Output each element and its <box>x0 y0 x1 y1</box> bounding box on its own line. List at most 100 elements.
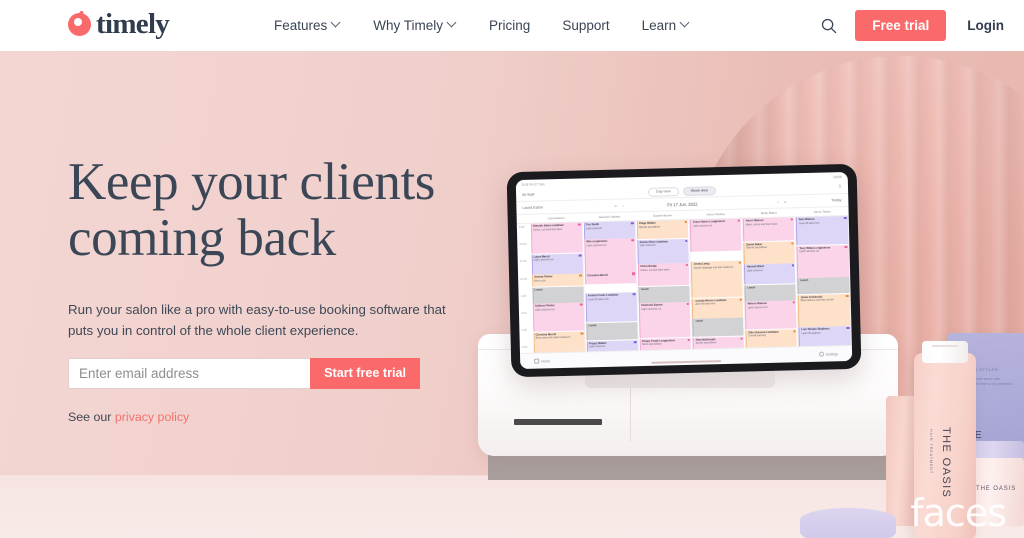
event-service: Laser lift wave trim <box>587 297 609 301</box>
calendar-event[interactable]: Lunch <box>744 283 797 302</box>
calendar-event[interactable]: Hannah Ward Light coloured <box>744 263 796 285</box>
nav-label: Learn <box>641 18 677 33</box>
calendar-event[interactable]: Lunch <box>797 276 850 295</box>
main-navigation: Features Why Timely Pricing Support Lear… <box>258 0 706 51</box>
calendar-event[interactable]: Christina Merrill <box>584 271 637 285</box>
event-title: Lunch <box>640 287 649 291</box>
event-service: Light coloured <box>588 345 605 349</box>
event-service: Mens cuts <box>534 278 546 283</box>
calendar-event[interactable]: Emma Allen-Letatham Light coloured <box>637 238 689 264</box>
calendar-event[interactable]: Jeremy Parker Mens cuts <box>531 273 584 287</box>
event-service: Light coloured cut <box>641 307 662 311</box>
nav-item-learn[interactable]: Learn <box>626 18 707 33</box>
calendar-event[interactable]: Grace Harris-Longbottom Light coloured cu… <box>689 218 742 252</box>
calendar-event[interactable]: Lunch <box>531 285 584 304</box>
calendar-column[interactable]: Eve Smith Light coloured Mia Longbottom Lig… <box>582 221 640 361</box>
start-free-trial-button[interactable]: Start free trial <box>310 357 420 389</box>
calendar-event[interactable]: Mia Longbottom Light coloured cut <box>583 238 636 273</box>
free-trial-button[interactable]: Free trial <box>855 9 947 42</box>
brand-logo[interactable]: timely <box>68 10 170 39</box>
home-label: Home <box>541 358 551 364</box>
day-view-button[interactable]: Day view <box>648 186 679 197</box>
nav-item-pricing[interactable]: Pricing <box>473 18 546 33</box>
nav-item-support[interactable]: Support <box>546 18 625 33</box>
privacy-notice: See our privacy policy <box>68 410 468 424</box>
gear-icon <box>818 351 824 357</box>
calendar-event[interactable]: Amelia Foster-Letatham Laser lift wave tr… <box>585 292 638 323</box>
status-time: 9:41 Fri 17 Jun <box>521 181 545 187</box>
calendar-event[interactable]: Sam Watson Laser lift wave trim <box>796 215 848 246</box>
event-title: Lunch <box>694 319 703 323</box>
search-icon[interactable] <box>812 9 846 43</box>
event-service: Light coloured cut <box>747 305 768 310</box>
calendar-event[interactable]: Lunch <box>692 317 744 337</box>
calendar-column[interactable]: Sam Watson Laser lift wave trim Tony White… <box>795 215 853 356</box>
event-service: Colour, cut and blow wave <box>532 227 563 232</box>
settings-label: Settings <box>825 351 839 357</box>
calendar-event[interactable]: Eve Smith Light coloured <box>583 221 636 239</box>
calendar-event[interactable]: Addison Parker Light coloured cut <box>532 302 585 332</box>
calendar-staff-filter[interactable]: Laura Eaton <box>522 205 543 210</box>
event-status-dot <box>687 338 690 341</box>
calendar-event[interactable]: Chloe Budge Colour, cut and blow wave <box>637 262 690 287</box>
event-status-dot <box>634 340 637 344</box>
column-header: Molly Baker <box>760 210 778 216</box>
column-header: Jasmine Walker <box>598 214 621 220</box>
hero-copy: Keep your clients coming back Run your s… <box>68 154 468 424</box>
prev-nav-icons[interactable]: « ‹ <box>614 203 625 208</box>
time-label: 10:00 <box>519 242 527 247</box>
event-service: Light coloured cut <box>799 249 820 254</box>
event-status-dot <box>684 239 688 242</box>
calendar-event[interactable]: Aaron Watson Wash, colour and blow wave <box>742 217 795 242</box>
next-nav-icons[interactable]: › » <box>777 199 788 204</box>
page-title: Keep your clients coming back <box>68 154 468 266</box>
event-status-dot <box>739 298 742 301</box>
calendar-column[interactable]: Hannah Jakes-Letatham Colour, cut and blo… <box>529 222 587 362</box>
event-service: Colour, cut and blow wave <box>640 267 670 272</box>
calendar-event[interactable]: Charlotte Barrett Light coloured cut <box>638 301 691 339</box>
event-status-dot <box>580 331 584 335</box>
calendar-event[interactable]: Lunch <box>585 321 638 341</box>
calendar-column[interactable]: Grace Harris-Longbottom Light coloured cu… <box>689 218 746 358</box>
calendar-column[interactable]: Paige Walker Blonde specialised Emma Allen… <box>636 219 693 360</box>
share-icon[interactable]: ⇧ <box>838 184 842 190</box>
faces-watermark: faces <box>910 491 1007 535</box>
today-button[interactable]: Today <box>831 198 841 202</box>
staff-selector[interactable]: All Staff <box>522 193 534 197</box>
calendar-event[interactable]: Ellie Osborne-Letatham Overall teaming <box>745 328 798 349</box>
tablet-screen: 9:41 Fri 17 Jun 100% All Staff Day view … <box>515 171 853 370</box>
nav-item-why-timely[interactable]: Why Timely <box>357 18 473 33</box>
calendar-event[interactable]: Nelson Watson Light coloured cut <box>744 300 797 330</box>
privacy-policy-link[interactable]: privacy policy <box>115 410 189 424</box>
calendar-event[interactable]: Tony White-Longbottom Light coloured cut <box>796 244 849 278</box>
event-service: Laser lift wave trim <box>798 221 820 225</box>
event-title: Lunch <box>800 279 809 283</box>
settings-tab[interactable]: Settings <box>818 351 839 357</box>
calendar-event[interactable]: Hannah Jakes-Letatham Colour, cut and blo… <box>530 222 583 254</box>
headline-line-2: coming back <box>68 209 336 268</box>
calendar-event[interactable]: Paige Walker Blonde specialised <box>636 219 689 240</box>
calendar-event[interactable]: Daniel Baker Blonde specialised <box>743 240 796 265</box>
product-bottle-cap-line <box>932 345 958 347</box>
chevron-down-icon <box>332 19 341 28</box>
email-field[interactable] <box>68 357 311 389</box>
login-link[interactable]: Login <box>946 18 1024 33</box>
home-icon <box>534 358 540 364</box>
home-tab[interactable]: Home <box>534 358 551 364</box>
calendar-event[interactable]: Jamie Archbould Blow balance and hair com… <box>797 293 850 327</box>
event-service: Mens specialised <box>642 342 662 347</box>
calendar-event[interactable]: Lucinda Morris-Letatham Laser lift wave t… <box>691 297 744 319</box>
week-view-button[interactable]: Week view <box>682 185 717 196</box>
event-title: Lunch <box>588 323 597 328</box>
signup-form: Start free trial <box>68 357 420 389</box>
column-header: Sophie Brown <box>652 213 673 218</box>
nav-item-features[interactable]: Features <box>258 18 357 33</box>
calendar-event[interactable]: Emma Laing Blonde balayage and hair treat… <box>690 260 743 298</box>
nav-label: Pricing <box>489 18 531 33</box>
calendar-event[interactable]: Laura Marsh Light coloured cut <box>531 252 583 275</box>
event-status-dot <box>845 294 849 297</box>
calendar-event[interactable]: Lunch <box>638 285 690 303</box>
calendar-column[interactable]: Aaron Watson Wash, colour and blow wave Da… <box>742 217 799 357</box>
event-title <box>587 285 635 286</box>
desk-drawer-handle <box>514 419 602 425</box>
